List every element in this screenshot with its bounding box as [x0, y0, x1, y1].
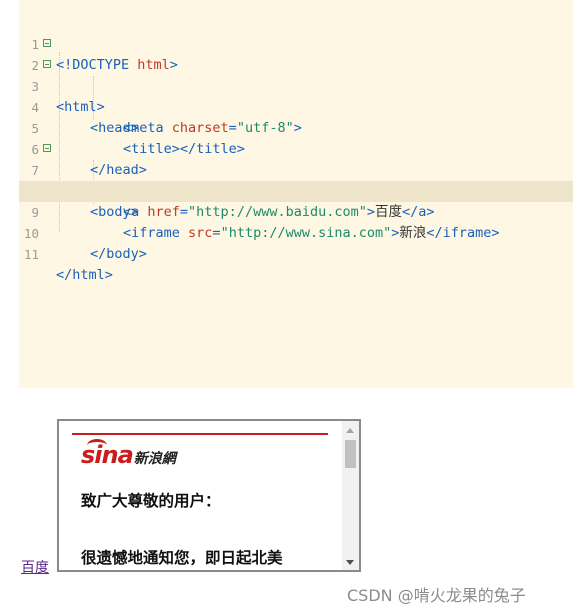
sina-logo-cn: 新浪網: [133, 451, 176, 467]
fold-toggle-icon[interactable]: [43, 39, 51, 47]
code-line[interactable]: 2 <html>: [19, 34, 573, 115]
scrollbar-thumb[interactable]: [345, 440, 356, 468]
iframe-scrollbar[interactable]: [342, 421, 359, 570]
code-line[interactable]: 5 <title></title>: [19, 97, 573, 157]
sina-iframe[interactable]: sina新浪網 致广大尊敬的用户： 很遗憾地通知您，即日起北美: [57, 419, 361, 572]
code-line[interactable]: 4 <meta charset="utf-8">: [19, 76, 573, 136]
code-line[interactable]: 11 </html>: [19, 223, 573, 283]
fold-toggle-icon[interactable]: [43, 60, 51, 68]
code-editor[interactable]: 1 <!DOCTYPE html> 2 <html> 3 <head> 4 <m…: [19, 0, 573, 388]
iframe-content: sina新浪網 致广大尊敬的用户： 很遗憾地通知您，即日起北美: [59, 421, 342, 570]
code-line[interactable]: 10 </body>: [19, 202, 573, 262]
html-close-tag: </html>: [56, 267, 113, 283]
line-number: 11: [23, 247, 39, 262]
code-line[interactable]: 3 <head>: [19, 55, 573, 136]
sina-logo: sina新浪網: [81, 439, 176, 473]
notice-text: 很遗憾地通知您，即日起北美: [81, 549, 283, 567]
code-line[interactable]: 7 <body>: [19, 139, 573, 220]
body-close-tag: </body>: [90, 246, 147, 262]
code-line[interactable]: 6 </head>: [19, 118, 573, 178]
sina-eye-icon: [87, 439, 107, 452]
fold-toggle-icon[interactable]: [43, 144, 51, 152]
scroll-down-arrow-icon[interactable]: [346, 560, 354, 565]
greeting-heading: 致广大尊敬的用户：: [81, 492, 221, 510]
baidu-link[interactable]: 百度: [21, 557, 49, 577]
code-line[interactable]: 1 <!DOCTYPE html>: [19, 13, 573, 73]
code-line-active[interactable]: 9 <iframe src="http://www.sina.com">新浪</…: [19, 181, 573, 241]
watermark: CSDN @啃火龙果的兔子: [347, 586, 526, 605]
scroll-up-arrow-icon[interactable]: [346, 428, 354, 433]
code-line[interactable]: 8 <a href="http://www.baidu.com">百度</a>: [19, 160, 573, 220]
top-red-line: [72, 433, 328, 435]
